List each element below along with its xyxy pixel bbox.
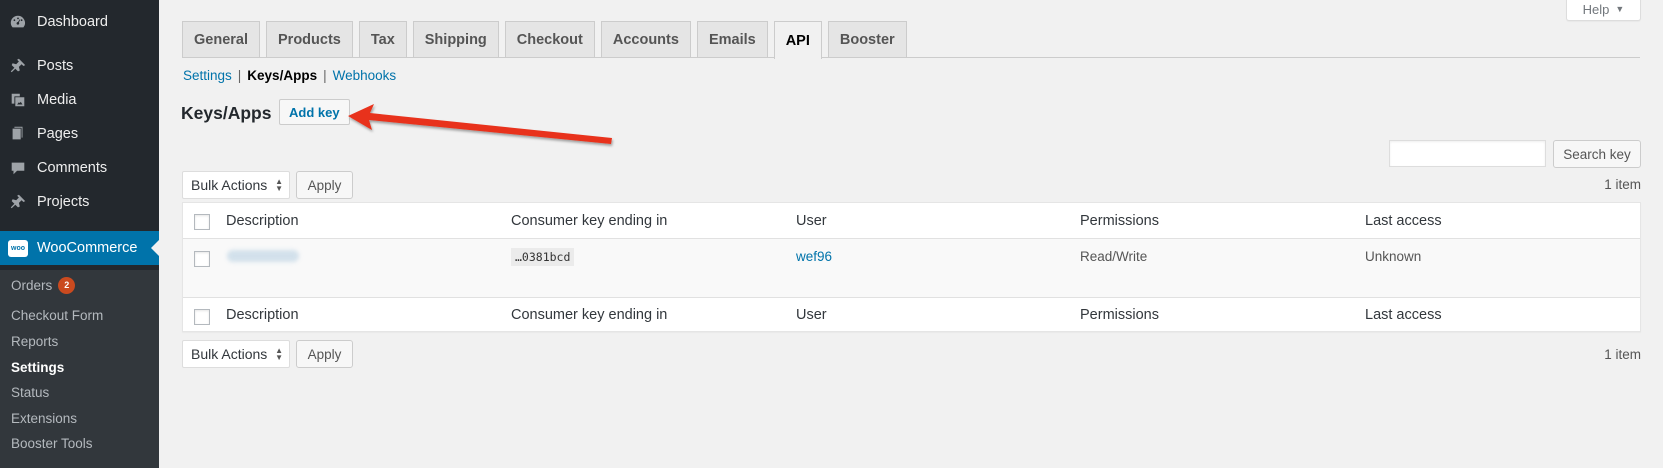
row-checkbox[interactable] (194, 251, 210, 267)
select-arrows-icon: ▲ ▼ (275, 177, 283, 193)
sidebar-item-label: Dashboard (37, 14, 108, 30)
submenu-settings[interactable]: Settings (11, 360, 64, 375)
sidebar-item-label: Media (37, 92, 77, 108)
column-header-permissions: Permissions (1080, 213, 1159, 229)
column-footer-last-access: Last access (1365, 307, 1442, 323)
search-key-input[interactable] (1389, 140, 1546, 167)
sidebar-item-projects[interactable]: Projects (0, 185, 159, 219)
submenu-orders[interactable]: Orders 2 (11, 277, 76, 294)
column-footer-user: User (796, 307, 827, 323)
submenu-label: Extensions (11, 411, 78, 426)
settings-tabs: General Products Tax Shipping Checkout A… (182, 21, 913, 59)
sidebar-item-posts[interactable]: Posts (0, 49, 159, 83)
bulk-actions-select-bottom[interactable]: Bulk Actions ▲ ▼ (182, 340, 290, 368)
subnav-settings-link[interactable]: Settings (183, 68, 232, 83)
tab-emails[interactable]: Emails (696, 21, 768, 58)
submenu-label: Booster Tools (11, 436, 93, 451)
tab-products[interactable]: Products (266, 21, 353, 58)
consumer-key-ending: …0381bcd (511, 248, 575, 266)
bulk-actions-label: Bulk Actions (191, 346, 268, 362)
woocommerce-submenu: Orders 2 Checkout Form Reports Settings … (0, 270, 159, 468)
search-key-button[interactable]: Search key (1553, 140, 1641, 168)
bulk-actions-select-top[interactable]: Bulk Actions ▲ ▼ (182, 171, 290, 199)
column-header-consumer-key: Consumer key ending in (511, 213, 668, 229)
subnav-webhooks-link[interactable]: Webhooks (333, 68, 397, 83)
submenu-label: Checkout Form (11, 308, 104, 323)
bulk-actions-label: Bulk Actions (191, 177, 268, 193)
select-all-checkbox-footer[interactable] (194, 309, 210, 325)
pushpin-icon (8, 56, 28, 76)
sidebar-item-label: Comments (37, 160, 108, 176)
submenu-label: Status (11, 385, 50, 400)
table-footer-row: Description Consumer key ending in User … (183, 297, 1640, 332)
sidebar-item-pages[interactable]: Pages (0, 117, 159, 151)
annotation-arrow (348, 104, 612, 144)
sidebar-item-dashboard[interactable]: Dashboard (0, 5, 159, 39)
woo-icon: woo (8, 239, 28, 257)
submenu-extensions[interactable]: Extensions (11, 411, 77, 426)
permissions-value: Read/Write (1080, 249, 1148, 264)
last-access-value: Unknown (1365, 249, 1422, 264)
sidebar-item-label: Pages (37, 126, 79, 142)
tab-booster[interactable]: Booster (827, 21, 907, 58)
caret-down-icon: ▼ (1615, 4, 1625, 14)
sidebar-item-label: Projects (37, 194, 90, 210)
comments-icon (8, 158, 28, 178)
page-title: Keys/Apps (181, 103, 272, 123)
table-row: …0381bcd wef96 Read/Write Unknown (183, 239, 1640, 297)
tab-api[interactable]: API (773, 21, 822, 59)
select-all-checkbox[interactable] (194, 214, 210, 230)
subnav-separator: | (237, 68, 242, 83)
item-count-bottom: 1 item (1604, 347, 1641, 362)
submenu-booster-tools[interactable]: Booster Tools (11, 436, 93, 451)
submenu-label: Orders (11, 278, 53, 293)
sidebar-item-comments[interactable]: Comments (0, 151, 159, 185)
current-menu-arrow (151, 240, 159, 256)
sidebar-item-woocommerce[interactable]: woo WooCommerce (0, 231, 159, 265)
submenu-label: Settings (11, 360, 65, 375)
item-count-top: 1 item (1604, 177, 1641, 192)
table-header-row: Description Consumer key ending in User … (183, 203, 1640, 239)
column-footer-description[interactable]: Description (226, 307, 299, 323)
column-header-description[interactable]: Description (226, 213, 299, 229)
dashboard-icon (8, 12, 28, 32)
submenu-checkout-form[interactable]: Checkout Form (11, 308, 103, 323)
pushpin-icon (8, 192, 28, 212)
apply-button-bottom[interactable]: Apply (296, 340, 353, 368)
tab-checkout[interactable]: Checkout (504, 21, 595, 58)
sidebar-item-media[interactable]: Media (0, 83, 159, 117)
subnav-separator: | (323, 68, 327, 83)
admin-sidebar: Dashboard Posts Media Pages Comments Pro… (0, 0, 159, 468)
sidebar-item-label: Posts (37, 58, 74, 74)
tab-general[interactable]: General (182, 21, 260, 58)
tab-accounts[interactable]: Accounts (600, 21, 691, 58)
submenu-label: Reports (11, 334, 59, 349)
column-footer-consumer-key: Consumer key ending in (511, 307, 668, 323)
user-link[interactable]: wef96 (796, 249, 832, 264)
help-label: Help (1582, 1, 1610, 17)
tab-tax[interactable]: Tax (358, 21, 407, 58)
media-icon (8, 90, 28, 110)
help-tab-button[interactable]: Help ▼ (1566, 0, 1641, 21)
subnav-keys-current[interactable]: Keys/Apps (247, 68, 317, 83)
column-footer-permissions: Permissions (1080, 307, 1159, 323)
api-keys-table: Description Consumer key ending in User … (182, 202, 1641, 332)
section-subnav: Settings | Keys/Apps | Webhooks (183, 68, 396, 83)
apply-button-top[interactable]: Apply (296, 171, 353, 199)
pages-icon (8, 124, 28, 144)
submenu-status[interactable]: Status (11, 385, 49, 400)
column-header-last-access: Last access (1365, 213, 1442, 229)
redacted-description-link[interactable] (227, 250, 299, 262)
tabs-divider (182, 57, 1640, 58)
sidebar-item-label: WooCommerce (37, 240, 138, 256)
add-key-button[interactable]: Add key (279, 99, 350, 125)
select-arrows-icon: ▲ ▼ (275, 346, 283, 362)
tab-shipping[interactable]: Shipping (412, 21, 499, 58)
submenu-reports[interactable]: Reports (11, 334, 58, 349)
orders-count-badge: 2 (58, 277, 76, 294)
column-header-user: User (796, 213, 827, 229)
